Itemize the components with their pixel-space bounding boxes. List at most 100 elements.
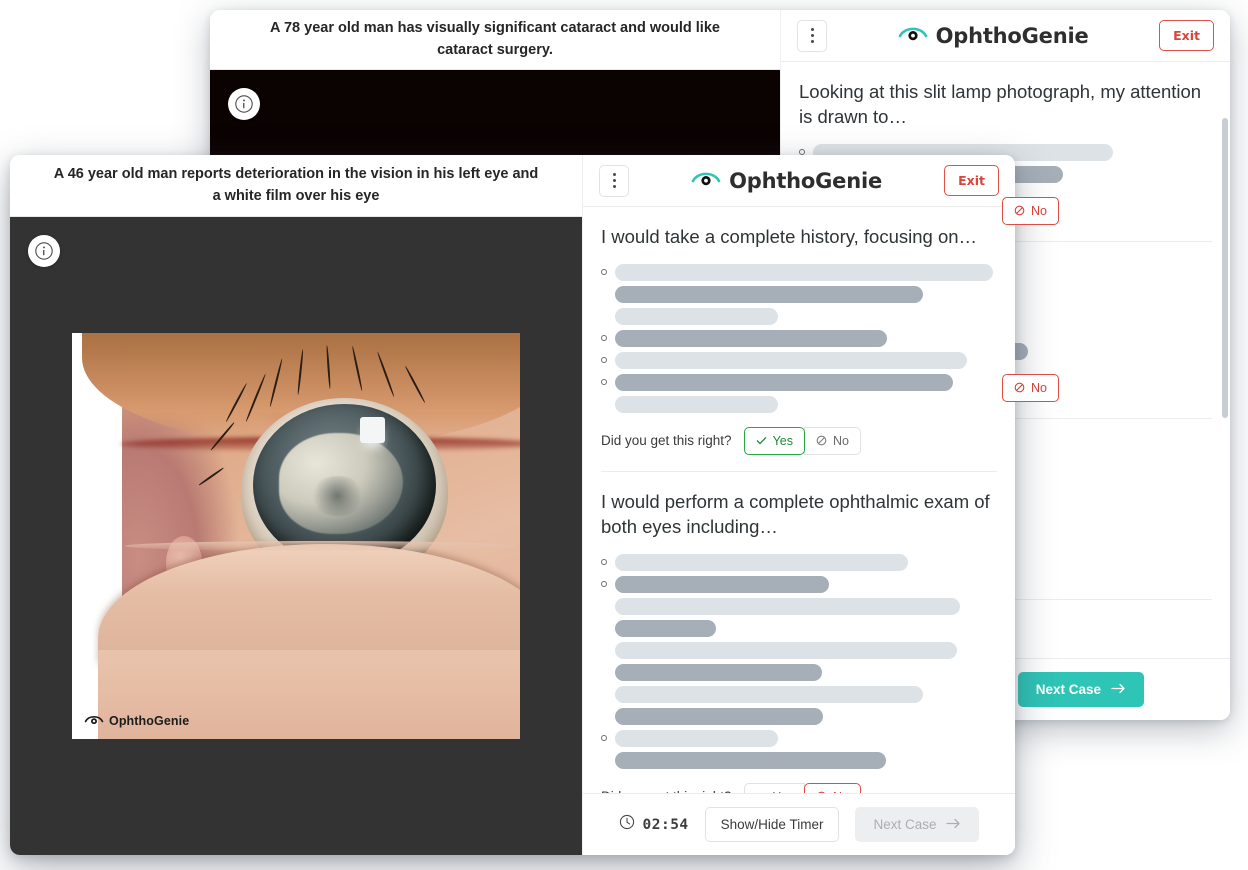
case-window-foreground[interactable]: A 46 year old man reports deterioration … (10, 155, 1015, 855)
redacted-text-bar (615, 685, 923, 703)
brand-name-front: OphthoGenie (729, 168, 883, 193)
vertical-scrollbar[interactable] (1222, 118, 1228, 418)
redacted-text-bar (615, 663, 822, 681)
next-case-button-front[interactable]: Next Case (855, 807, 980, 842)
case-photo-front[interactable]: OphthoGenie (10, 217, 582, 855)
brand-front: OphthoGenie (629, 168, 944, 193)
footer-front: 02:54 Show/Hide Timer Next Case (583, 793, 1015, 855)
eyelash (197, 466, 224, 486)
next-case-label: Next Case (1035, 682, 1102, 697)
lower-eyelid (98, 541, 520, 666)
answer-no-button[interactable]: No (803, 782, 861, 793)
white-cataract (278, 433, 404, 534)
clock-icon (619, 814, 635, 835)
answer-no-label: No (833, 790, 849, 793)
answer-yes-label: Yes (773, 790, 793, 793)
self-assessment-label: Did you get this right? (601, 433, 732, 449)
bullet-marker-icon (601, 335, 607, 342)
bullet-row (601, 329, 997, 347)
answer-yes-button[interactable]: Yes (743, 426, 805, 455)
question-block: I would take a complete history, focusin… (601, 207, 997, 472)
external-eye-photo-image (82, 333, 520, 739)
bullet-row (601, 395, 997, 413)
bullet-row (601, 307, 997, 325)
bullet-marker-icon (601, 603, 607, 609)
kebab-menu-icon[interactable] (797, 19, 827, 52)
answer-no-button[interactable]: No (1001, 196, 1059, 225)
redacted-text-bar (615, 751, 886, 769)
kebab-menu-icon[interactable] (599, 164, 629, 197)
redacted-text-bar (615, 263, 993, 281)
answer-scroll-front[interactable]: I would take a complete history, focusin… (583, 207, 1015, 793)
answer-bullets (601, 263, 997, 413)
info-icon[interactable] (228, 88, 260, 120)
case-stem-front: A 46 year old man reports deterioration … (10, 155, 582, 217)
info-icon[interactable] (28, 235, 60, 267)
self-assessment-row: Did you get this right? Yes No (601, 777, 997, 793)
answer-no-label: No (1030, 203, 1047, 218)
brand-name-back: OphthoGenie (935, 23, 1089, 48)
topbar-back: OphthoGenie Exit (781, 10, 1230, 62)
show-hide-timer-button-front[interactable]: Show/Hide Timer (704, 807, 840, 842)
yes-no-toggle[interactable]: Yes No (743, 782, 861, 793)
bullet-row (601, 373, 997, 391)
bullet-marker-icon (601, 581, 607, 588)
redacted-text-bar (615, 707, 823, 725)
bullet-row (601, 619, 997, 637)
question-title: I would take a complete history, focusin… (601, 226, 978, 247)
eye-icon (898, 23, 928, 48)
exit-button-front[interactable]: Exit (944, 165, 999, 196)
bullet-row (601, 729, 997, 747)
ban-icon (1014, 206, 1025, 216)
question-block: I would perform a complete ophthalmic ex… (601, 472, 997, 793)
answer-no-label: No (832, 433, 849, 448)
question-title: Looking at this slit lamp photograph, my… (799, 81, 1202, 127)
watermark-text: OphthoGenie (109, 714, 190, 728)
redacted-text-bar (615, 597, 960, 615)
ban-icon (816, 436, 827, 446)
bullet-marker-icon (601, 313, 607, 319)
redacted-text-bar (615, 351, 967, 369)
bullet-row (601, 597, 997, 615)
eye-icon (84, 713, 104, 729)
answer-pane-front: OphthoGenie Exit I would take a complete… (582, 155, 1015, 855)
answer-yes-button[interactable]: Yes (743, 782, 805, 793)
redacted-text-bar (615, 329, 887, 347)
bullet-marker-icon (601, 669, 607, 675)
check-icon (756, 791, 767, 793)
bullet-marker-icon (601, 357, 607, 364)
eye-icon (691, 168, 721, 193)
bullet-marker-icon (601, 691, 607, 697)
exit-button-back[interactable]: Exit (1159, 20, 1214, 51)
answer-no-button[interactable]: No (803, 426, 861, 455)
bullet-marker-icon (601, 713, 607, 719)
answer-no-button[interactable]: No (1001, 373, 1059, 402)
bullet-marker-icon (601, 625, 607, 631)
redacted-text-bar (615, 641, 957, 659)
redacted-text-bar (615, 619, 716, 637)
bullet-row (601, 685, 997, 703)
bullet-marker-icon (601, 269, 607, 276)
next-case-button-back[interactable]: Next Case (1017, 672, 1145, 707)
yes-no-toggle[interactable]: Yes No (743, 426, 861, 455)
bullet-row (601, 351, 997, 369)
redacted-text-bar (615, 285, 923, 303)
specular-highlight (359, 417, 386, 443)
bullet-row (601, 663, 997, 681)
timer: 02:54 (619, 814, 689, 835)
timer-value: 02:54 (642, 816, 689, 833)
redacted-text-bar (615, 307, 778, 325)
redacted-text-bar (615, 373, 953, 391)
self-assessment-label: Did you get this right? (601, 789, 732, 793)
bullet-row (601, 285, 997, 303)
screenshot-stage: A 78 year old man has visually significa… (0, 0, 1248, 870)
bullet-marker-icon (601, 735, 607, 742)
bullet-row (601, 707, 997, 725)
redacted-text-bar (615, 575, 829, 593)
brand-back: OphthoGenie (827, 23, 1159, 48)
arrow-right-icon (1111, 682, 1126, 697)
ban-icon (818, 792, 825, 793)
case-stem-back: A 78 year old man has visually significa… (210, 10, 780, 70)
bullet-row (601, 553, 997, 571)
redacted-text-bar (615, 553, 908, 571)
